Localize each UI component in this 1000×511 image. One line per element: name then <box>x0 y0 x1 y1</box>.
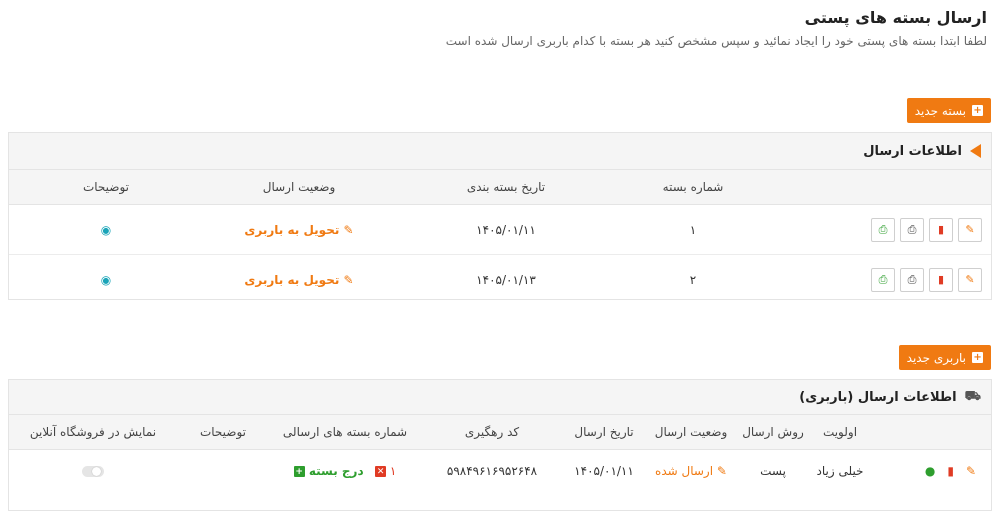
plus-icon: + <box>972 351 983 363</box>
add-package-link[interactable]: درج بسته + <box>293 464 364 478</box>
truck-icon: ⛟ <box>964 388 981 404</box>
pencil-icon: ✎ <box>713 464 727 478</box>
col-tracking-code: کد رهگیری <box>421 415 563 450</box>
package-number: ۱ <box>389 464 397 478</box>
package-number: ۲ <box>689 272 697 287</box>
remove-package-icon[interactable]: ✕ <box>375 466 387 477</box>
packages-panel-header: اطلاعات ارسال <box>9 133 991 170</box>
send-method: پست <box>760 464 786 478</box>
priority: خیلی زیاد <box>816 464 864 478</box>
col-show-online: نمایش در فروشگاه آنلاین <box>9 415 177 450</box>
notes-cell: ◉ <box>9 204 203 255</box>
package-number: ۱ <box>617 204 769 255</box>
col-packing-date: تاریخ بسته بندی <box>395 170 617 205</box>
col-notes: توضیحات <box>177 415 269 450</box>
col-send-date: تاریخ ارسال <box>563 415 645 450</box>
pencil-icon[interactable]: ✎ <box>966 464 976 478</box>
send-status-link[interactable]: ✎ تحویل به باربری <box>244 273 353 287</box>
printer-icon[interactable]: ⎙ <box>871 217 895 242</box>
col-send-status: وضعیت ارسال <box>645 415 737 450</box>
packages-table: شماره بسته تاریخ بسته بندی وضعیت ارسال ت… <box>9 170 991 304</box>
chat-icon[interactable]: ● <box>925 464 935 478</box>
table-row: ✎ ▮ ⎙ ⎙ ۲ ۱۴۰۵/۰۱/۱۳ ✎ تحویل به باربری ◉ <box>9 255 991 305</box>
notes <box>177 450 269 493</box>
trash-icon[interactable]: ▮ <box>929 217 953 242</box>
packing-date: ۱۴۰۵/۰۱/۱۳ <box>476 272 536 287</box>
trash-icon[interactable]: ▮ <box>929 267 953 292</box>
printer-icon[interactable]: ⎙ <box>900 217 924 242</box>
col-actions <box>871 415 991 450</box>
col-send-status: وضعیت ارسال <box>203 170 395 205</box>
printer-icon[interactable]: ⎙ <box>900 267 924 292</box>
shipments-panel-header: ⛟ اطلاعات ارسال (باربری) <box>9 380 991 415</box>
pencil-icon[interactable]: ✎ <box>958 217 982 242</box>
eye-icon[interactable]: ◉ <box>101 223 111 237</box>
caret-left-icon <box>970 144 981 158</box>
col-priority: اولویت <box>809 415 871 450</box>
col-package-numbers: شماره بسته های ارسالی <box>269 415 421 450</box>
pencil-icon: ✎ <box>339 272 354 287</box>
send-date: ۱۴۰۵/۰۱/۱۱ <box>574 464 634 478</box>
packing-date: ۱۴۰۵/۰۱/۱۱ <box>395 204 617 255</box>
pencil-icon[interactable]: ✎ <box>958 267 982 292</box>
shipments-table: اولویت روش ارسال وضعیت ارسال تاریخ ارسال… <box>9 415 991 492</box>
show-online-cell <box>9 450 177 493</box>
send-status-cell: ✎ تحویل به باربری <box>203 255 395 305</box>
page-title: ارسال بسته های پستی <box>804 8 987 27</box>
table-row: ✎ ▮ ⎙ ⎙ ۱ ۱۴۰۵/۰۱/۱۱ ✎ تحویل به باربری ◉ <box>9 204 991 255</box>
send-status-label: ارسال شده <box>655 464 714 478</box>
table-row: ✎ ▮ ● خیلی زیاد پست ✎ ارسال شده ۱۴۰۵/۰۱/… <box>9 450 991 493</box>
send-status-label: تحویل به باربری <box>244 272 340 287</box>
col-notes: توضیحات <box>9 170 203 205</box>
row-actions: ✎ ▮ ● <box>871 450 991 493</box>
eye-icon[interactable]: ◉ <box>101 273 111 287</box>
printer-icon[interactable]: ⎙ <box>871 267 895 292</box>
trash-icon[interactable]: ▮ <box>947 464 954 478</box>
new-shipment-label: باربری جدید <box>906 350 966 365</box>
send-status-cell: ✎ تحویل به باربری <box>203 204 395 255</box>
page: ارسال بسته های پستی لطفا ابتدا بسته های … <box>0 0 1000 511</box>
col-package-number: شماره بسته <box>617 170 769 205</box>
package-numbers-cell: ۱ ✕ درج بسته + <box>269 450 421 493</box>
send-status-link[interactable]: ✎ ارسال شده <box>655 464 727 478</box>
send-status-link[interactable]: ✎ تحویل به باربری <box>244 223 353 237</box>
send-status-cell: ✎ ارسال شده <box>645 450 737 493</box>
new-package-label: بسته جدید <box>914 103 966 118</box>
add-package-label: درج بسته <box>308 464 364 478</box>
col-actions <box>769 170 991 205</box>
show-online-toggle[interactable] <box>82 466 104 477</box>
new-shipment-button[interactable]: + باربری جدید <box>898 345 991 370</box>
shipments-panel: ⛟ اطلاعات ارسال (باربری) اولویت روش ارسا… <box>8 379 992 511</box>
row-actions: ✎ ▮ ⎙ ⎙ <box>769 204 991 255</box>
plus-icon: + <box>972 104 983 116</box>
packages-panel-title: اطلاعات ارسال <box>863 143 962 159</box>
tracking-code: ۵۹۸۴۹۶۱۶۹۵۲۶۴۸ <box>446 464 538 478</box>
row-actions: ✎ ▮ ⎙ ⎙ <box>769 255 991 305</box>
send-status-label: تحویل به باربری <box>244 222 340 237</box>
packages-panel: اطلاعات ارسال شماره بسته تاریخ بسته بندی… <box>8 132 992 300</box>
notes-cell: ◉ <box>9 255 203 305</box>
pencil-icon: ✎ <box>339 222 354 237</box>
new-package-button[interactable]: + بسته جدید <box>906 98 991 123</box>
plus-icon: + <box>293 466 305 477</box>
shipments-panel-title: اطلاعات ارسال (باربری) <box>799 389 957 405</box>
col-send-method: روش ارسال <box>737 415 809 450</box>
page-subtitle: لطفا ابتدا بسته های پستی خود را ایجاد نم… <box>445 34 987 48</box>
